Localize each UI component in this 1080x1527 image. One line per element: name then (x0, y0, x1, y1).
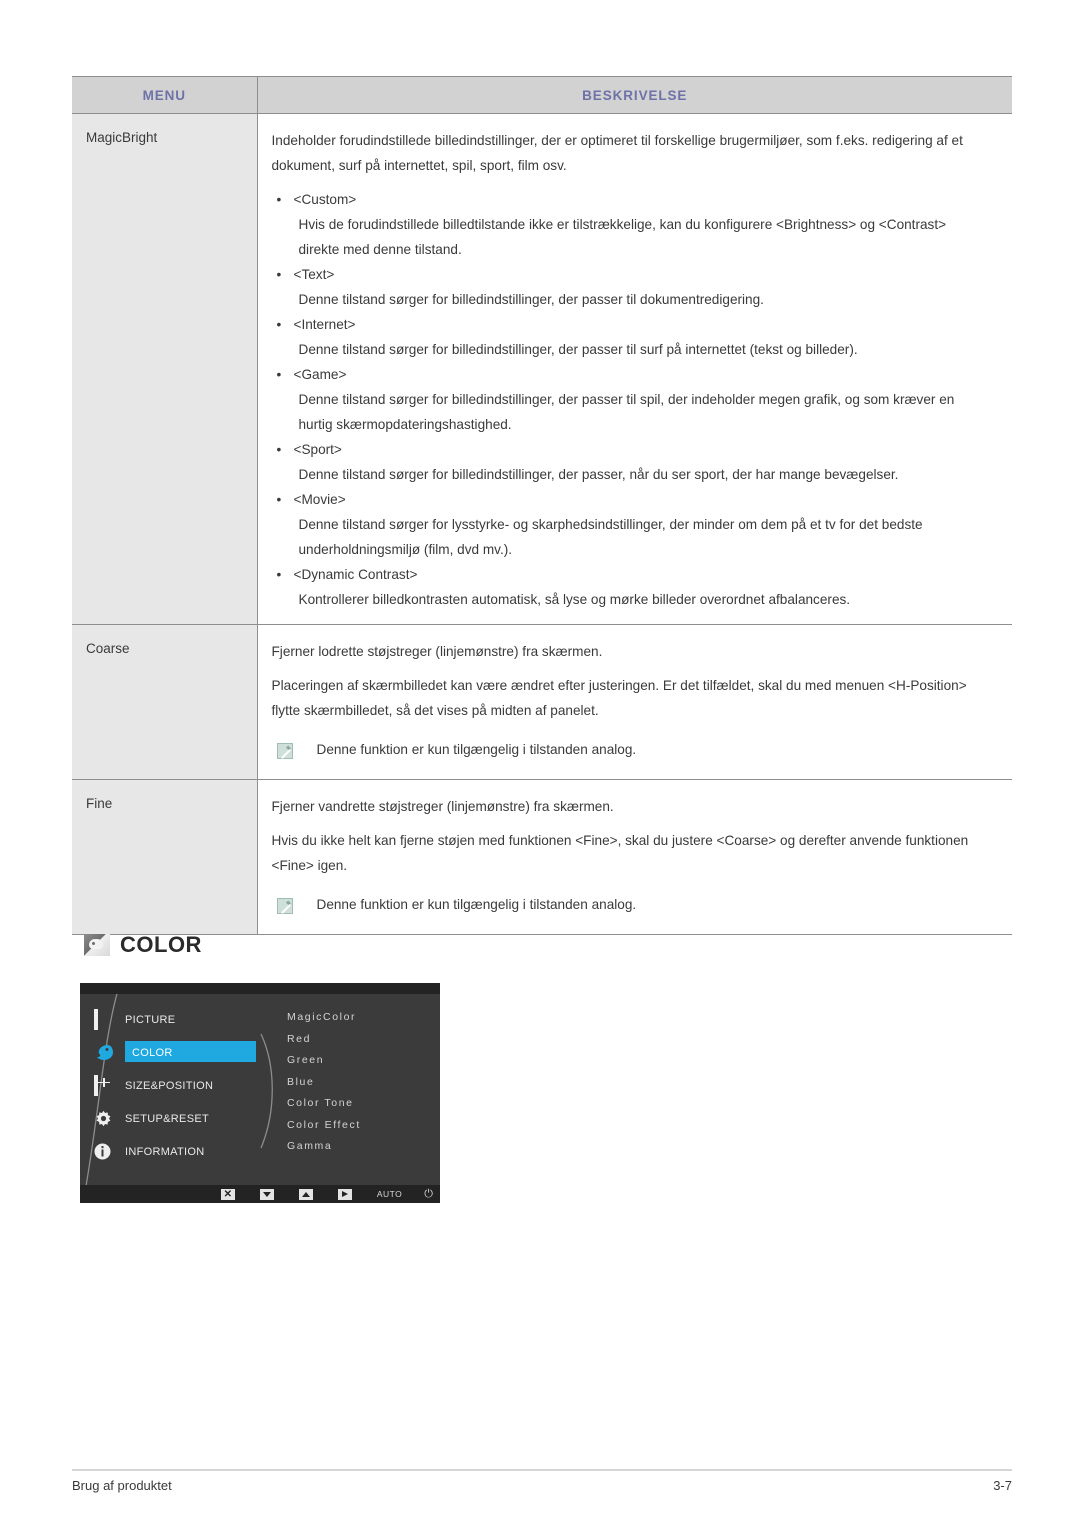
osd-menu-description-table: MENU BESKRIVELSE MagicBright Indeholder … (72, 76, 1012, 935)
info-icon (94, 1143, 116, 1161)
bullet-label-dynamic-contrast: <Dynamic Contrast> (293, 567, 418, 582)
footer-divider (72, 1469, 1012, 1471)
bullet-label-internet: <Internet> (293, 317, 356, 332)
table-body: MagicBright Indeholder forudindstillede … (72, 113, 1012, 935)
column-header-menu: MENU (72, 76, 258, 114)
document-page: MENU BESKRIVELSE MagicBright Indeholder … (0, 0, 1080, 1527)
bullet-glyph: • (276, 367, 282, 382)
picture-icon (94, 1008, 116, 1030)
up-button[interactable] (298, 1188, 313, 1200)
bullet-glyph: • (276, 267, 282, 282)
bullet-game: • <Game> (272, 362, 997, 387)
osd-item-label: INFORMATION (125, 1145, 205, 1158)
bullet-body-text: Denne tilstand sørger for billedindstill… (298, 292, 764, 307)
osd-item-size-position[interactable]: SIZE&POSITION (94, 1069, 284, 1102)
note-pencil-icon (276, 743, 293, 759)
bullet-body-game: Denne tilstand sørger for billedindstill… (298, 392, 955, 432)
table-row: Coarse Fjerner lodrette støjstreger (lin… (72, 624, 1012, 780)
note-pencil-icon (276, 898, 293, 914)
table-header: MENU BESKRIVELSE (72, 76, 1012, 114)
fine-note: Denne funktion er kun tilgængelig i tils… (272, 894, 997, 916)
bullet-glyph: • (276, 192, 282, 207)
osd-button-bar: ✕ AUTO ⏻ (80, 1185, 440, 1203)
fine-paragraph-2: Hvis du ikke helt kan fjerne støjen med … (271, 833, 969, 873)
bullet-movie: • <Movie> (272, 487, 997, 512)
osd-item-label: COLOR (132, 1046, 173, 1059)
fine-note-text: Denne funktion er kun tilgængelig i tils… (316, 897, 637, 912)
exit-button[interactable]: ✕ (220, 1188, 235, 1200)
osd-item-label: SETUP&RESET (125, 1112, 209, 1125)
menu-name-coarse: Coarse (72, 624, 258, 780)
footer-page-number: 3-7 (993, 1478, 1012, 1493)
osd-item-information[interactable]: INFORMATION (94, 1135, 284, 1168)
column-header-description: BESKRIVELSE (257, 76, 1012, 114)
bullet-body-internet: Denne tilstand sørger for billedindstill… (298, 342, 858, 357)
osd-submenu-blue[interactable]: Blue (287, 1072, 432, 1094)
bullet-internet: • <Internet> (272, 312, 997, 337)
osd-submenu-red[interactable]: Red (287, 1029, 432, 1051)
bullet-text: • <Text> (272, 262, 997, 287)
table-row: Fine Fjerner vandrette støjstreger (linj… (72, 779, 1012, 935)
osd-main-menu: PICTURE COLOR SIZE&POSITION SETUP&RESET … (94, 1003, 284, 1168)
osd-submenu-magiccolor[interactable]: MagicColor (287, 1007, 432, 1029)
down-button[interactable] (259, 1188, 274, 1200)
coarse-paragraph-1: Fjerner lodrette støjstreger (linjemønst… (271, 644, 603, 659)
enter-button[interactable] (337, 1188, 352, 1200)
osd-item-picture[interactable]: PICTURE (94, 1003, 284, 1036)
osd-item-color[interactable]: COLOR (94, 1036, 284, 1069)
bullet-body-custom: Hvis de forudindstillede billedtilstande… (298, 217, 947, 257)
gear-icon (94, 1110, 116, 1128)
bullet-body-dynamic-contrast: Kontrollerer billedkontrasten automatisk… (298, 592, 851, 607)
bullet-sport: • <Sport> (272, 437, 997, 462)
menu-name-magicbright: MagicBright (72, 113, 258, 625)
table-row: MagicBright Indeholder forudindstillede … (72, 113, 1012, 625)
table-header-row: MENU BESKRIVELSE (72, 76, 1012, 114)
description-coarse: Fjerner lodrette støjstreger (linjemønst… (257, 624, 1012, 780)
bullet-label-movie: <Movie> (293, 492, 346, 507)
auto-button[interactable]: AUTO (377, 1189, 402, 1199)
page-title: COLOR (120, 932, 202, 957)
color-palette-icon (84, 934, 110, 956)
power-button[interactable]: ⏻ (424, 1188, 433, 1200)
size-position-icon (94, 1074, 116, 1096)
osd-submenu-color-effect[interactable]: Color Effect (287, 1115, 432, 1137)
description-magicbright: Indeholder forudindstillede billedindsti… (257, 113, 1012, 625)
section-heading-color: COLOR (84, 932, 202, 958)
osd-item-label: SIZE&POSITION (125, 1079, 214, 1092)
bullet-glyph: • (276, 317, 282, 332)
footer-chapter-title: Brug af produktet (72, 1478, 172, 1493)
bullet-label-custom: <Custom> (293, 192, 357, 207)
bullet-body-movie: Denne tilstand sørger for lysstyrke- og … (298, 517, 923, 557)
osd-item-label: PICTURE (125, 1013, 176, 1026)
osd-submenu: MagicColor Red Green Blue Color Tone Col… (287, 1007, 432, 1158)
coarse-note-text: Denne funktion er kun tilgængelig i tils… (316, 742, 637, 757)
bullet-label-game: <Game> (293, 367, 347, 382)
osd-submenu-color-tone[interactable]: Color Tone (287, 1093, 432, 1115)
osd-screenshot: PICTURE COLOR SIZE&POSITION SETUP&RESET … (80, 983, 440, 1203)
bullet-glyph: • (276, 567, 282, 582)
osd-top-bar (80, 983, 440, 994)
bullet-custom: • <Custom> (272, 187, 997, 212)
bullet-glyph: • (276, 442, 282, 457)
bullet-label-text: <Text> (293, 267, 335, 282)
coarse-note: Denne funktion er kun tilgængelig i tils… (272, 739, 997, 761)
color-palette-icon (94, 1044, 116, 1062)
bullet-label-sport: <Sport> (293, 442, 342, 457)
osd-submenu-gamma[interactable]: Gamma (287, 1136, 432, 1158)
bullet-body-sport: Denne tilstand sørger for billedindstill… (298, 467, 899, 482)
osd-item-setup-reset[interactable]: SETUP&RESET (94, 1102, 284, 1135)
fine-paragraph-1: Fjerner vandrette støjstreger (linjemøns… (271, 799, 614, 814)
bullet-dynamic-contrast: • <Dynamic Contrast> (272, 562, 997, 587)
magicbright-intro: Indeholder forudindstillede billedindsti… (271, 133, 963, 173)
menu-name-fine: Fine (72, 779, 258, 935)
osd-submenu-green[interactable]: Green (287, 1050, 432, 1072)
bullet-glyph: • (276, 492, 282, 507)
coarse-paragraph-2: Placeringen af skærmbilledet kan være æn… (271, 678, 967, 718)
description-fine: Fjerner vandrette støjstreger (linjemøns… (257, 779, 1012, 935)
